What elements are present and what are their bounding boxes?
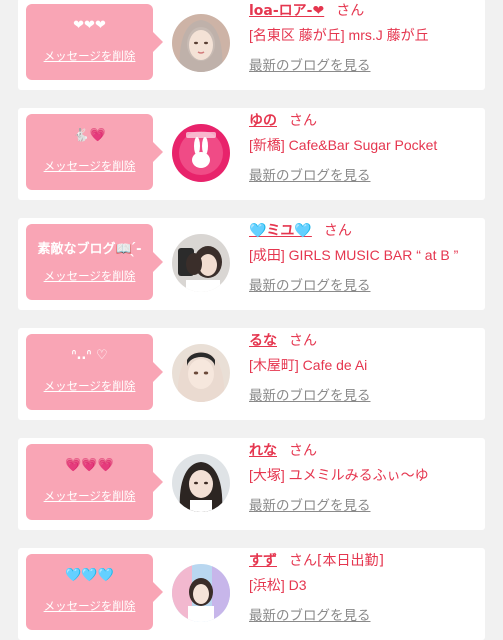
list-item: 💗💗💗 メッセージを削除 れな さん [大塚] ユメミルみるふぃ〜ゆ 最新のブログ… xyxy=(18,438,485,530)
list-item: 🐇💗 メッセージを削除 ゆの さん [新橋] Cafe&Bar Sugar Poc… xyxy=(18,108,485,200)
avatar[interactable] xyxy=(172,124,230,182)
cast-name-link[interactable]: ゆの xyxy=(249,113,277,129)
message-bubble: ❤❤❤ メッセージを削除 xyxy=(26,4,163,80)
honorific: さん xyxy=(289,443,317,459)
shop-info: [大塚] ユメミルみるふぃ〜ゆ xyxy=(249,467,429,483)
honorific: さん xyxy=(323,223,352,239)
honorific: さん xyxy=(289,553,317,569)
shop-info: [成田] GIRLS MUSIC BAR “ at B ” xyxy=(249,247,459,263)
delete-message-link[interactable]: メッセージを削除 xyxy=(26,158,153,174)
list-item: ᐢ..ᐢ ♡ メッセージを削除 るな さん [木屋町] Cafe de Ai 最新… xyxy=(18,328,485,420)
avatar[interactable] xyxy=(172,14,230,72)
avatar[interactable] xyxy=(172,564,230,622)
latest-blog-link[interactable]: 最新のブログを見る xyxy=(249,604,371,624)
message-bubble: ᐢ..ᐢ ♡ メッセージを削除 xyxy=(26,334,163,410)
latest-blog-link[interactable]: 最新のブログを見る xyxy=(249,384,371,404)
delete-message-link[interactable]: メッセージを削除 xyxy=(26,378,153,394)
delete-message-link[interactable]: メッセージを削除 xyxy=(26,598,153,614)
delete-message-link[interactable]: メッセージを削除 xyxy=(26,488,153,504)
shop-info: [新橋] Cafe&Bar Sugar Pocket xyxy=(249,137,438,153)
cast-name-link[interactable]: loa-ロア-❤ xyxy=(249,3,324,19)
avatar[interactable] xyxy=(172,344,230,402)
shop-info: [木屋町] Cafe de Ai xyxy=(249,357,368,373)
cast-name-link[interactable]: れな xyxy=(249,443,277,459)
list-item: 素敵なブログ📖 ̖́- メッセージを削除 🩵ミユ🩵 さん [成田] GIRLS M… xyxy=(18,218,485,310)
delete-message-link[interactable]: メッセージを削除 xyxy=(26,48,153,64)
cast-name-link[interactable]: すず xyxy=(249,553,277,569)
message-bubble: 素敵なブログ📖 ̖́- メッセージを削除 xyxy=(26,224,163,300)
avatar[interactable] xyxy=(172,234,230,292)
honorific: さん xyxy=(289,113,317,129)
delete-message-link[interactable]: メッセージを削除 xyxy=(26,268,153,284)
message-text: 🐇💗 xyxy=(73,128,106,143)
message-text: 💗💗💗 xyxy=(65,458,114,473)
list-item: ❤❤❤ メッセージを削除 loa-ロア-❤ さん [名東区 藤が丘] mrs.J … xyxy=(18,0,485,90)
avatar[interactable] xyxy=(172,454,230,512)
cast-name-link[interactable]: るな xyxy=(249,333,277,349)
message-text: 🩵🩵🩵 xyxy=(65,568,114,583)
latest-blog-link[interactable]: 最新のブログを見る xyxy=(249,164,371,184)
working-today-badge: [本日出勤] xyxy=(317,553,384,569)
latest-blog-link[interactable]: 最新のブログを見る xyxy=(249,274,371,294)
honorific: さん xyxy=(289,333,317,349)
cast-name-link[interactable]: 🩵ミユ🩵 xyxy=(249,223,312,239)
latest-blog-link[interactable]: 最新のブログを見る xyxy=(249,54,371,74)
shop-info: [浜松] D3 xyxy=(249,577,307,593)
honorific: さん xyxy=(336,3,365,19)
message-text: 素敵なブログ📖 ̖́- xyxy=(37,242,142,257)
message-text: ❤❤❤ xyxy=(73,18,106,33)
list-item: 🩵🩵🩵 メッセージを削除 すず さん[本日出勤] [浜松] D3 最新のブログを見… xyxy=(18,548,485,640)
message-text: ᐢ..ᐢ ♡ xyxy=(71,348,108,363)
message-bubble: 🐇💗 メッセージを削除 xyxy=(26,114,163,190)
message-bubble: 🩵🩵🩵 メッセージを削除 xyxy=(26,554,163,630)
shop-info: [名東区 藤が丘] mrs.J 藤が丘 xyxy=(249,27,429,43)
latest-blog-link[interactable]: 最新のブログを見る xyxy=(249,494,371,514)
message-bubble: 💗💗💗 メッセージを削除 xyxy=(26,444,163,520)
